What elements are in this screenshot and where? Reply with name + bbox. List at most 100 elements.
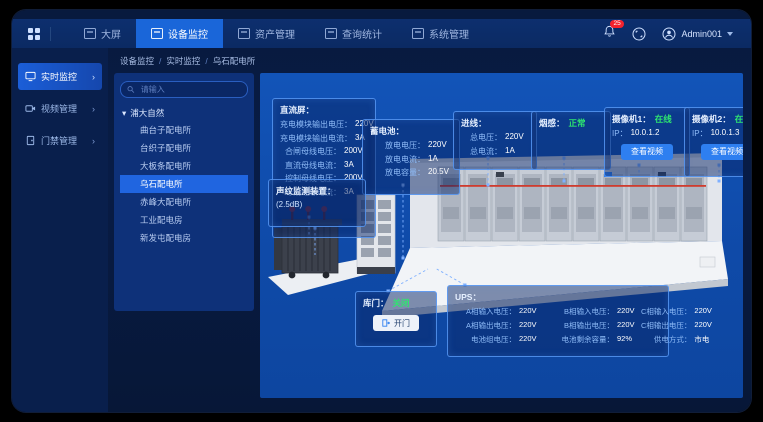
tree-item-substation[interactable]: 台织子配电所 <box>120 139 248 157</box>
tree-item-substation[interactable]: 新发屯配电房 <box>120 229 248 247</box>
metric-value: 1A <box>505 146 529 157</box>
metric-label: 总电压： <box>461 132 502 143</box>
metric-value: 市电 <box>694 334 718 345</box>
screen-icon <box>84 28 96 39</box>
user-menu[interactable]: Admin001 <box>662 27 733 41</box>
metric-value: 220V <box>617 306 641 317</box>
open-door-label: 开门 <box>394 318 410 329</box>
header-divider <box>50 27 51 41</box>
fullscreen-icon[interactable] <box>632 27 646 41</box>
camera2-panel: 摄像机2： 在线 IP：10.0.1.3 查看视频 <box>684 107 743 177</box>
status-badge: 在线 <box>655 113 672 125</box>
view-video-button[interactable]: 查看视频 <box>621 144 673 160</box>
metric-label: A相输出电压： <box>455 320 516 331</box>
nav-label: 系统管理 <box>429 26 469 41</box>
main-nav: 大屏 设备监控 资产管理 查询统计 系统管理 <box>69 19 484 48</box>
floor-device <box>700 257 715 267</box>
metric-label: 总电流： <box>461 146 502 157</box>
metric-value: 220V <box>617 320 641 331</box>
ip-label: IP： <box>692 128 708 139</box>
tree-root-node[interactable]: ▾ 浦大自然 <box>122 107 248 119</box>
open-door-button[interactable]: 开门 <box>373 315 419 331</box>
metric-label: 合闸母线电压： <box>280 146 341 157</box>
nav-tab-query-statistics[interactable]: 查询统计 <box>310 19 397 48</box>
panel-title: 烟感： <box>539 117 565 129</box>
gear-icon <box>412 28 424 39</box>
chevron-right-icon: › <box>92 72 95 82</box>
metric-label: 供电方式： <box>641 334 691 345</box>
acoustic-value: (2.5dB) <box>276 200 358 209</box>
breadcrumb-separator: / <box>205 56 207 66</box>
tree-search-box[interactable] <box>120 81 248 98</box>
sidebar-item-realtime-monitoring[interactable]: 实时监控 › <box>18 63 102 90</box>
metric-label: 直流母线电流： <box>280 160 341 171</box>
red-stripe <box>440 185 706 187</box>
camera1-panel: 摄像机1： 在线 IP：10.0.1.2 查看视频 <box>604 107 690 177</box>
nav-tab-asset-management[interactable]: 资产管理 <box>223 19 310 48</box>
metric-value: 220V <box>428 140 452 151</box>
sidebar: 实时监控 › 视频管理 › 门禁管理 › <box>12 48 108 412</box>
breadcrumb-item[interactable]: 实时监控 <box>166 55 200 67</box>
metric-value: 220V <box>519 320 543 331</box>
app-logo-icon <box>28 28 40 40</box>
sidebar-label: 视频管理 <box>41 102 77 115</box>
nav-tab-dashboard[interactable]: 大屏 <box>69 19 136 48</box>
nav-label: 大屏 <box>101 26 121 41</box>
notifications-button[interactable]: 25 <box>603 25 616 43</box>
breadcrumb-item[interactable]: 乌石配电所 <box>213 55 256 67</box>
substation-3d-view: 直流屏： 充电模块输出电压：220V 充电模块输出电流：3A 合闸母线电压：20… <box>260 73 743 398</box>
panel-title: 蓄电池： <box>370 125 452 137</box>
video-camera-icon <box>25 103 36 114</box>
status-badge: 正常 <box>569 117 586 129</box>
header-actions: 25 Admin001 <box>603 25 733 43</box>
incoming-line-panel: 进线： 总电压：220V 总电流：1A <box>453 111 537 170</box>
chevron-down-icon <box>727 32 733 36</box>
sidebar-item-video-management[interactable]: 视频管理 › <box>18 95 102 122</box>
panel-title: 库门： <box>363 297 389 309</box>
view-video-button[interactable]: 查看视频 <box>701 144 743 160</box>
door-open-icon <box>382 319 390 327</box>
sidebar-item-access-control[interactable]: 门禁管理 › <box>18 127 102 154</box>
breadcrumb-item[interactable]: 设备监控 <box>120 55 154 67</box>
panel-title: 直流屏： <box>280 104 368 116</box>
nav-label: 查询统计 <box>342 26 382 41</box>
metric-value: 220V <box>519 306 543 317</box>
ip-value: 10.0.1.2 <box>631 128 660 139</box>
door-status-panel: 库门： 关闭 开门 <box>355 291 437 347</box>
monitor-icon <box>151 28 163 39</box>
sidebar-label: 实时监控 <box>41 70 77 83</box>
status-badge: 在线 <box>735 113 743 125</box>
metric-label: A相输入电压： <box>455 306 516 317</box>
tree-collapse-icon: ▾ <box>122 108 126 119</box>
metric-value: 20.5V <box>428 167 452 178</box>
chevron-right-icon: › <box>92 104 95 114</box>
box-icon <box>238 28 250 39</box>
tree-item-substation[interactable]: 工业配电房 <box>120 211 248 229</box>
metric-value: 220V <box>505 132 529 143</box>
tree-item-substation-selected[interactable]: 乌石配电所 <box>120 175 248 193</box>
battery-panel: 蓄电池： 放电电压：220V 放电电流：1A 放电容量：20.5V <box>362 119 460 195</box>
tree-item-substation[interactable]: 赤峰大配电所 <box>120 193 248 211</box>
notification-badge: 25 <box>610 20 623 28</box>
device-tree-panel: ▾ 浦大自然 曲台子配电所 台织子配电所 大板条配电所 乌石配电所 赤峰大配电所… <box>114 73 254 311</box>
breadcrumb-separator: / <box>159 56 161 66</box>
metric-label: 放电容量： <box>370 167 425 178</box>
door-icon <box>25 135 36 146</box>
panel-title: 进线： <box>461 117 529 129</box>
tree-item-substation[interactable]: 大板条配电所 <box>120 157 248 175</box>
metric-label: 放电电压： <box>370 140 425 151</box>
status-badge: 关闭 <box>393 297 410 309</box>
acoustic-monitor-panel: 声纹监测装置： (2.5dB) <box>268 179 366 227</box>
top-nav-bar: 大屏 设备监控 资产管理 查询统计 系统管理 <box>12 19 751 48</box>
metric-label: 电池组电压： <box>455 334 516 345</box>
metric-label: 充电模块输出电压： <box>280 119 352 130</box>
nav-tab-system-management[interactable]: 系统管理 <box>397 19 484 48</box>
nav-tab-device-monitoring[interactable]: 设备监控 <box>136 19 223 48</box>
ups-panel: UPS： A相输入电压：220V B相输入电压：220V C相输入电压：220V… <box>447 285 669 357</box>
tree-item-substation[interactable]: 曲台子配电所 <box>120 121 248 139</box>
search-input[interactable] <box>139 84 241 95</box>
avatar-icon <box>662 27 676 41</box>
monitor-icon <box>25 71 36 82</box>
metric-value: 92% <box>617 334 641 345</box>
metric-value: 1A <box>428 154 452 165</box>
